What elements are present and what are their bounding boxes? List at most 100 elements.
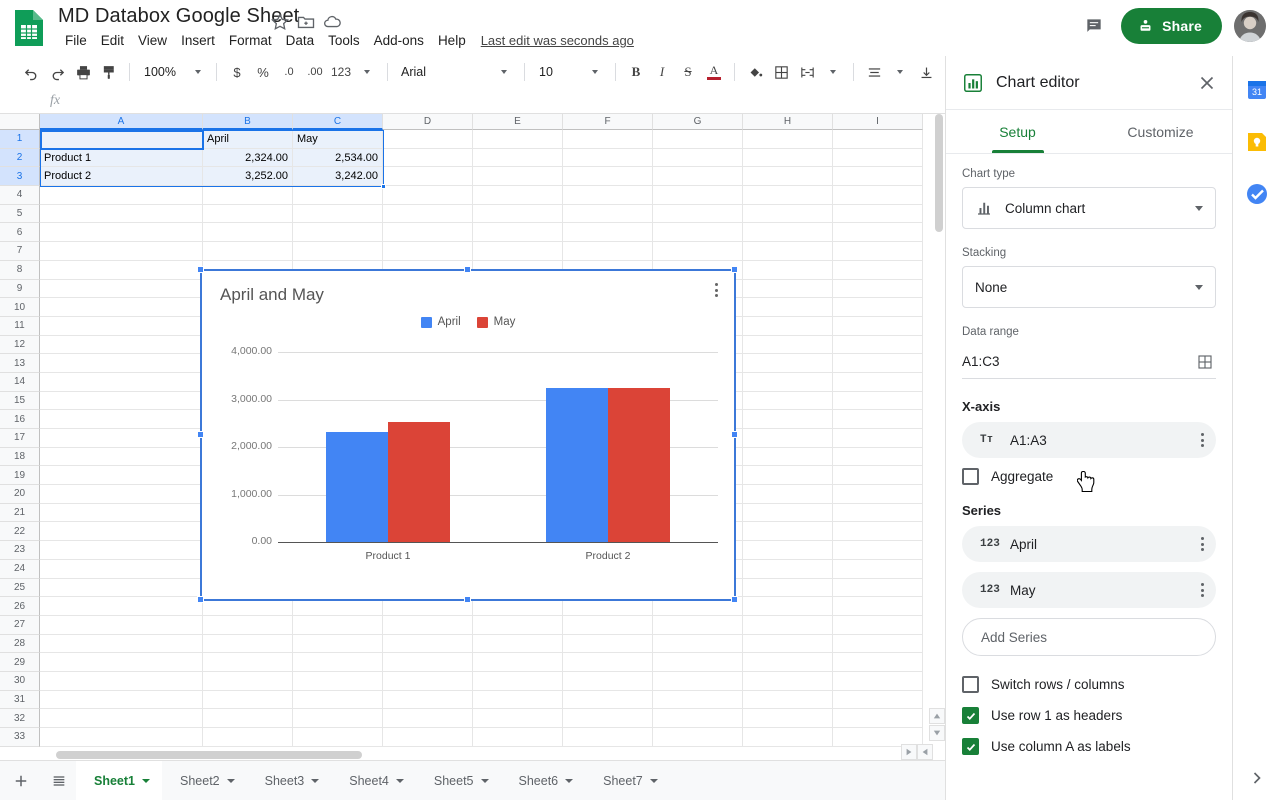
sheet-tab-sheet1[interactable]: Sheet1 xyxy=(76,760,162,800)
cell-D28[interactable] xyxy=(383,634,473,654)
row-header-1[interactable]: 1 xyxy=(0,130,40,149)
vertical-scrollbar[interactable] xyxy=(934,114,945,760)
menu-help[interactable]: Help xyxy=(431,31,473,50)
cell-B30[interactable] xyxy=(203,671,293,691)
cell-D2[interactable] xyxy=(383,148,473,168)
row-header-33[interactable]: 33 xyxy=(0,728,40,747)
name-box[interactable] xyxy=(0,88,40,114)
document-title[interactable]: MD Databox Google Sheet xyxy=(58,5,299,28)
cell-I10[interactable] xyxy=(833,298,923,317)
column-header-e[interactable]: E xyxy=(473,114,563,130)
cell-G4[interactable] xyxy=(653,186,743,205)
horizontal-scrollbar[interactable] xyxy=(56,749,896,760)
cell-I16[interactable] xyxy=(833,410,923,429)
chart-menu-icon[interactable] xyxy=(708,279,724,301)
cell-G3[interactable] xyxy=(653,167,743,187)
cell-I24[interactable] xyxy=(833,559,923,579)
row-header-12[interactable]: 12 xyxy=(0,335,40,355)
row-header-28[interactable]: 28 xyxy=(0,634,40,654)
cell-A25[interactable] xyxy=(40,578,203,598)
cell-I11[interactable] xyxy=(833,316,923,336)
use-column-a-labels-checkbox[interactable] xyxy=(962,738,979,755)
cell-F4[interactable] xyxy=(563,186,653,205)
cell-B33[interactable] xyxy=(203,728,293,747)
cell-C30[interactable] xyxy=(293,671,383,691)
add-sheet-icon[interactable] xyxy=(4,764,38,798)
row-header-24[interactable]: 24 xyxy=(0,559,40,579)
cell-H11[interactable] xyxy=(743,316,833,336)
font-caret-icon[interactable] xyxy=(491,59,517,85)
legend-entry-may[interactable]: May xyxy=(476,316,515,328)
cell-I5[interactable] xyxy=(833,204,923,224)
font-size-input[interactable]: 10 xyxy=(532,59,560,85)
cell-A20[interactable] xyxy=(40,485,203,504)
currency-format-button[interactable]: $ xyxy=(224,59,250,85)
cell-H3[interactable] xyxy=(743,167,833,187)
merge-caret-icon[interactable] xyxy=(820,59,846,85)
horizontal-scroll-thumb[interactable] xyxy=(56,751,362,759)
vertical-align-icon[interactable] xyxy=(913,59,939,85)
cell-A29[interactable] xyxy=(40,653,203,672)
scroll-up-arrow[interactable] xyxy=(929,708,945,724)
cell-H12[interactable] xyxy=(743,335,833,355)
series-chip-april[interactable]: 123 April xyxy=(962,526,1216,562)
cell-H17[interactable] xyxy=(743,429,833,448)
bold-button[interactable]: B xyxy=(623,59,649,85)
cell-E7[interactable] xyxy=(473,242,563,261)
cell-H20[interactable] xyxy=(743,485,833,504)
more-formats-button[interactable]: 123 xyxy=(328,59,354,85)
cell-B32[interactable] xyxy=(203,709,293,728)
cell-D7[interactable] xyxy=(383,242,473,261)
cell-B5[interactable] xyxy=(203,204,293,224)
chevron-down-icon[interactable] xyxy=(226,778,235,783)
cell-H26[interactable] xyxy=(743,597,833,616)
chevron-down-icon[interactable] xyxy=(142,778,150,783)
cell-G7[interactable] xyxy=(653,242,743,261)
cell-I1[interactable] xyxy=(833,130,923,149)
cell-A5[interactable] xyxy=(40,204,203,224)
cell-I3[interactable] xyxy=(833,167,923,187)
cell-H21[interactable] xyxy=(743,503,833,523)
cell-A9[interactable] xyxy=(40,279,203,299)
cell-C5[interactable] xyxy=(293,204,383,224)
use-row-1-headers-row[interactable]: Use row 1 as headers xyxy=(962,707,1216,724)
cell-F6[interactable] xyxy=(563,223,653,243)
cell-H30[interactable] xyxy=(743,671,833,691)
chart-handle-mr[interactable] xyxy=(731,431,738,438)
cell-A33[interactable] xyxy=(40,728,203,747)
row-header-5[interactable]: 5 xyxy=(0,204,40,224)
row-header-11[interactable]: 11 xyxy=(0,316,40,336)
row-header-25[interactable]: 25 xyxy=(0,578,40,598)
menu-view[interactable]: View xyxy=(131,31,174,50)
cell-A16[interactable] xyxy=(40,410,203,429)
cell-G30[interactable] xyxy=(653,671,743,691)
row-header-2[interactable]: 2 xyxy=(0,148,40,168)
cell-F29[interactable] xyxy=(563,653,653,672)
cell-H24[interactable] xyxy=(743,559,833,579)
cell-I28[interactable] xyxy=(833,634,923,654)
chart-handle-bc[interactable] xyxy=(464,596,471,603)
cell-I12[interactable] xyxy=(833,335,923,355)
switch-rows-columns-checkbox[interactable] xyxy=(962,676,979,693)
sheet-tab-sheet2[interactable]: Sheet2 xyxy=(162,761,247,800)
horizontal-align-icon[interactable] xyxy=(861,59,887,85)
borders-icon[interactable] xyxy=(768,59,794,85)
cell-H4[interactable] xyxy=(743,186,833,205)
cell-D33[interactable] xyxy=(383,728,473,747)
column-header-f[interactable]: F xyxy=(563,114,653,130)
cell-F1[interactable] xyxy=(563,130,653,149)
cell-C4[interactable] xyxy=(293,186,383,205)
cell-G6[interactable] xyxy=(653,223,743,243)
cell-B31[interactable] xyxy=(203,690,293,710)
row-header-16[interactable]: 16 xyxy=(0,410,40,429)
cell-I13[interactable] xyxy=(833,354,923,373)
cell-E4[interactable] xyxy=(473,186,563,205)
cell-I9[interactable] xyxy=(833,279,923,299)
cell-H15[interactable] xyxy=(743,391,833,411)
cell-D31[interactable] xyxy=(383,690,473,710)
cell-A12[interactable] xyxy=(40,335,203,355)
cell-G27[interactable] xyxy=(653,615,743,635)
row-header-18[interactable]: 18 xyxy=(0,447,40,467)
cell-A1[interactable] xyxy=(40,130,203,149)
cell-B2[interactable]: 2,324.00 xyxy=(203,148,293,168)
